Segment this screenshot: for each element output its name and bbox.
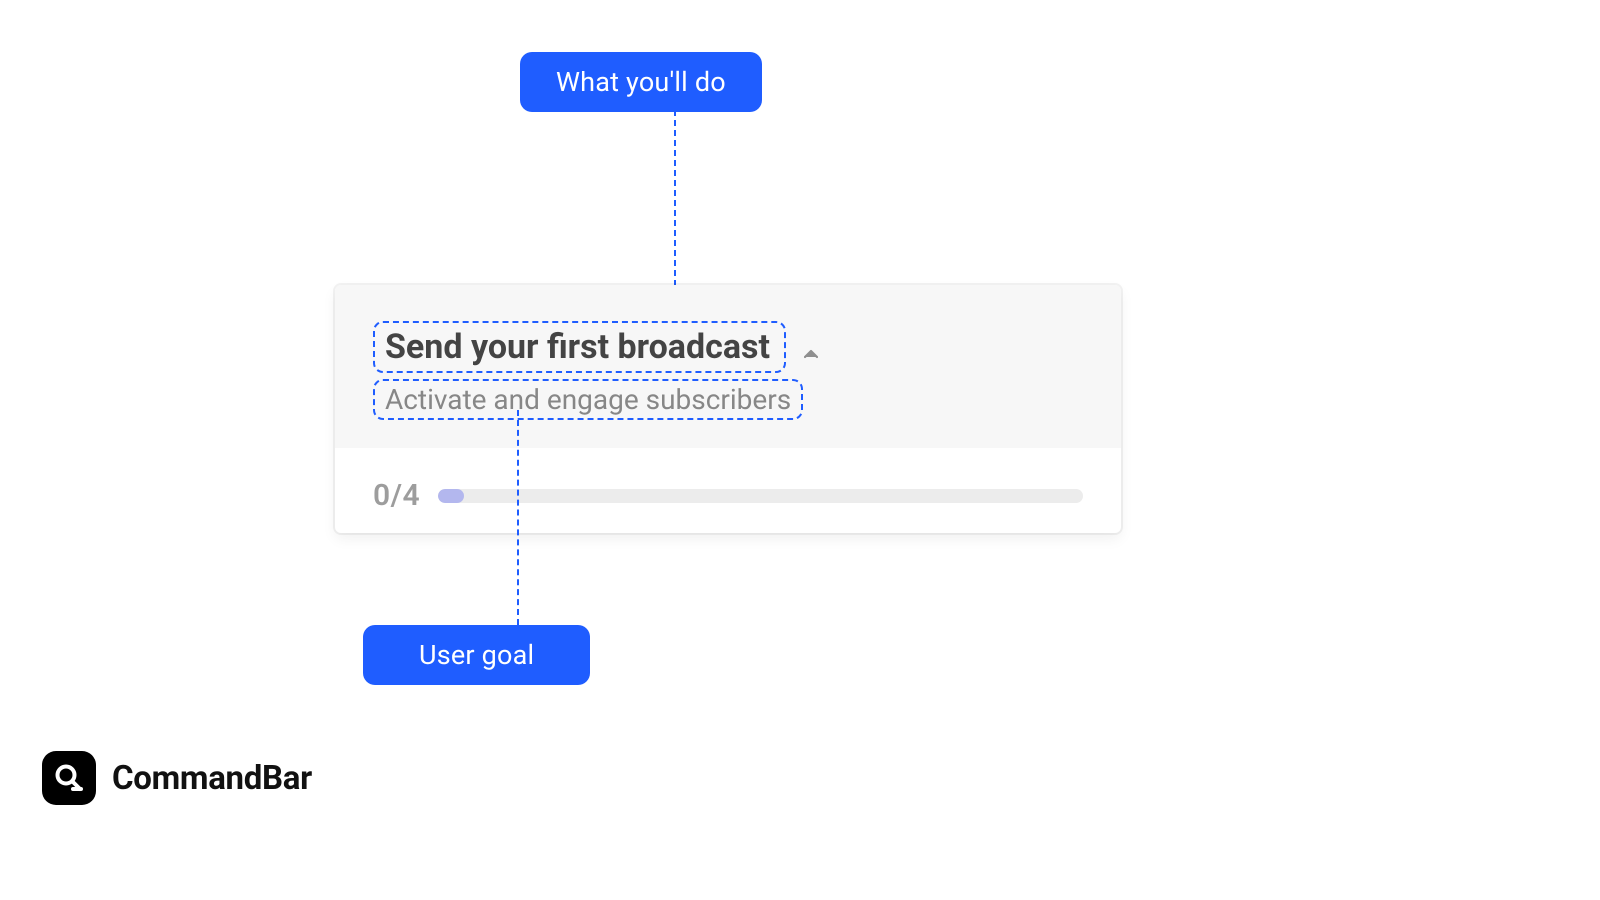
- progress-counter: 0/4: [373, 478, 420, 513]
- onboarding-card: Send your first broadcast Activate and e…: [335, 285, 1121, 533]
- card-header: Send your first broadcast Activate and e…: [335, 285, 1121, 448]
- progress-row: 0/4: [335, 448, 1121, 513]
- annotation-user-goal: User goal: [363, 625, 590, 685]
- caret-up-icon[interactable]: [804, 344, 818, 363]
- highlight-box-title: Send your first broadcast: [373, 321, 786, 373]
- highlight-box-subtitle: Activate and engage subscribers: [373, 379, 803, 420]
- brand-name: CommandBar: [112, 759, 312, 798]
- connector-bottom: [517, 410, 519, 625]
- progress-bar: [438, 489, 1083, 503]
- progress-bar-fill: [438, 489, 464, 503]
- annotation-what-youll-do: What you'll do: [520, 52, 762, 112]
- annotation-top-label: What you'll do: [556, 66, 726, 98]
- brand-lockup: CommandBar: [42, 751, 312, 805]
- annotation-bottom-label: User goal: [419, 639, 534, 671]
- commandbar-logo-icon: [42, 751, 96, 805]
- card-subtitle: Activate and engage subscribers: [385, 383, 791, 416]
- card-title: Send your first broadcast: [385, 327, 770, 367]
